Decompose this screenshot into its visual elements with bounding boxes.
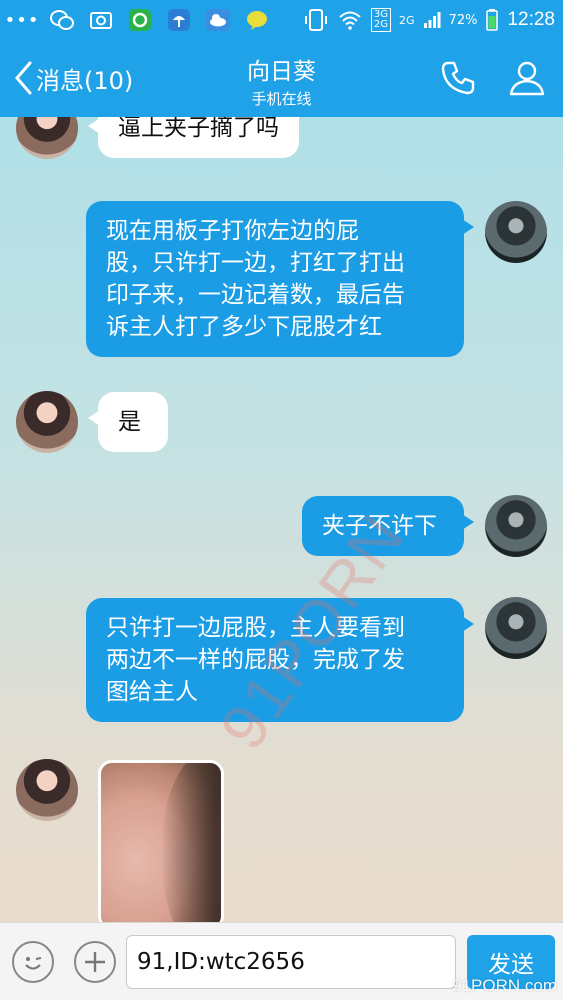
clock: 12:28 [507, 9, 555, 30]
my-avatar[interactable] [485, 495, 547, 557]
message-bubble-outgoing[interactable]: 现在用板子打你左边的屁 股，只许打一边，打红了打出 印子来，一边记着数，最后告 … [86, 201, 474, 357]
call-button[interactable] [438, 58, 478, 98]
message-bubble-outgoing[interactable]: 夹子不许下 [302, 496, 474, 556]
message-bubble-outgoing[interactable]: 只许打一边屁股，主人要看到 两边不一样的屁股，完成了发 图给主人 [86, 598, 474, 722]
signal-icon [423, 7, 441, 33]
emoji-icon [25, 957, 42, 970]
screenshot-icon [88, 7, 114, 33]
input-bar: 发送 91PORN.com [0, 922, 563, 1000]
network-bottom: 2G [373, 19, 389, 30]
weather-icon [166, 7, 192, 33]
status-bar: ••• 3G 2G 2G 72% 12:28 [0, 0, 563, 40]
message-input[interactable] [126, 935, 456, 989]
my-avatar[interactable] [485, 597, 547, 659]
corner-watermark: 91PORN.com [452, 976, 557, 995]
vibrate-icon [303, 7, 329, 33]
contact-avatar[interactable] [16, 117, 78, 159]
add-button[interactable] [74, 941, 116, 983]
emoji-button[interactable] [12, 941, 54, 983]
more-icon: ••• [4, 9, 40, 31]
contact-avatar[interactable] [16, 759, 78, 821]
message-bubble-incoming[interactable]: 逼上夹子摘了吗 [88, 117, 299, 158]
plus-icon [85, 952, 105, 972]
profile-button[interactable] [507, 58, 547, 98]
person-icon [509, 61, 545, 96]
wifi-icon [337, 7, 363, 33]
contact-avatar[interactable] [16, 391, 78, 453]
chat-bubble-icon [244, 7, 270, 33]
image-message[interactable] [98, 760, 224, 922]
battery-percent: 72% [448, 12, 478, 28]
wechat-icon [49, 7, 75, 33]
app-icon [127, 7, 153, 33]
network-2g: 2G [399, 13, 415, 27]
my-avatar[interactable] [485, 201, 547, 263]
message-list[interactable]: 逼上夹子摘了吗 现在用板子打你左边的屁 股，只许打一边，打红了打出 印子来，一边… [0, 117, 563, 922]
page-title: 向日葵 [247, 59, 316, 85]
battery-icon [485, 7, 499, 33]
title-area: 向日葵 手机在线 [0, 52, 563, 109]
cloud-icon [205, 7, 231, 33]
chat-header: 消息(10) 向日葵 手机在线 [0, 40, 563, 117]
message-bubble-incoming[interactable]: 是 [88, 392, 168, 452]
network-badge: 3G 2G [370, 8, 392, 32]
phone-icon [441, 61, 475, 95]
online-status: 手机在线 [251, 90, 312, 108]
